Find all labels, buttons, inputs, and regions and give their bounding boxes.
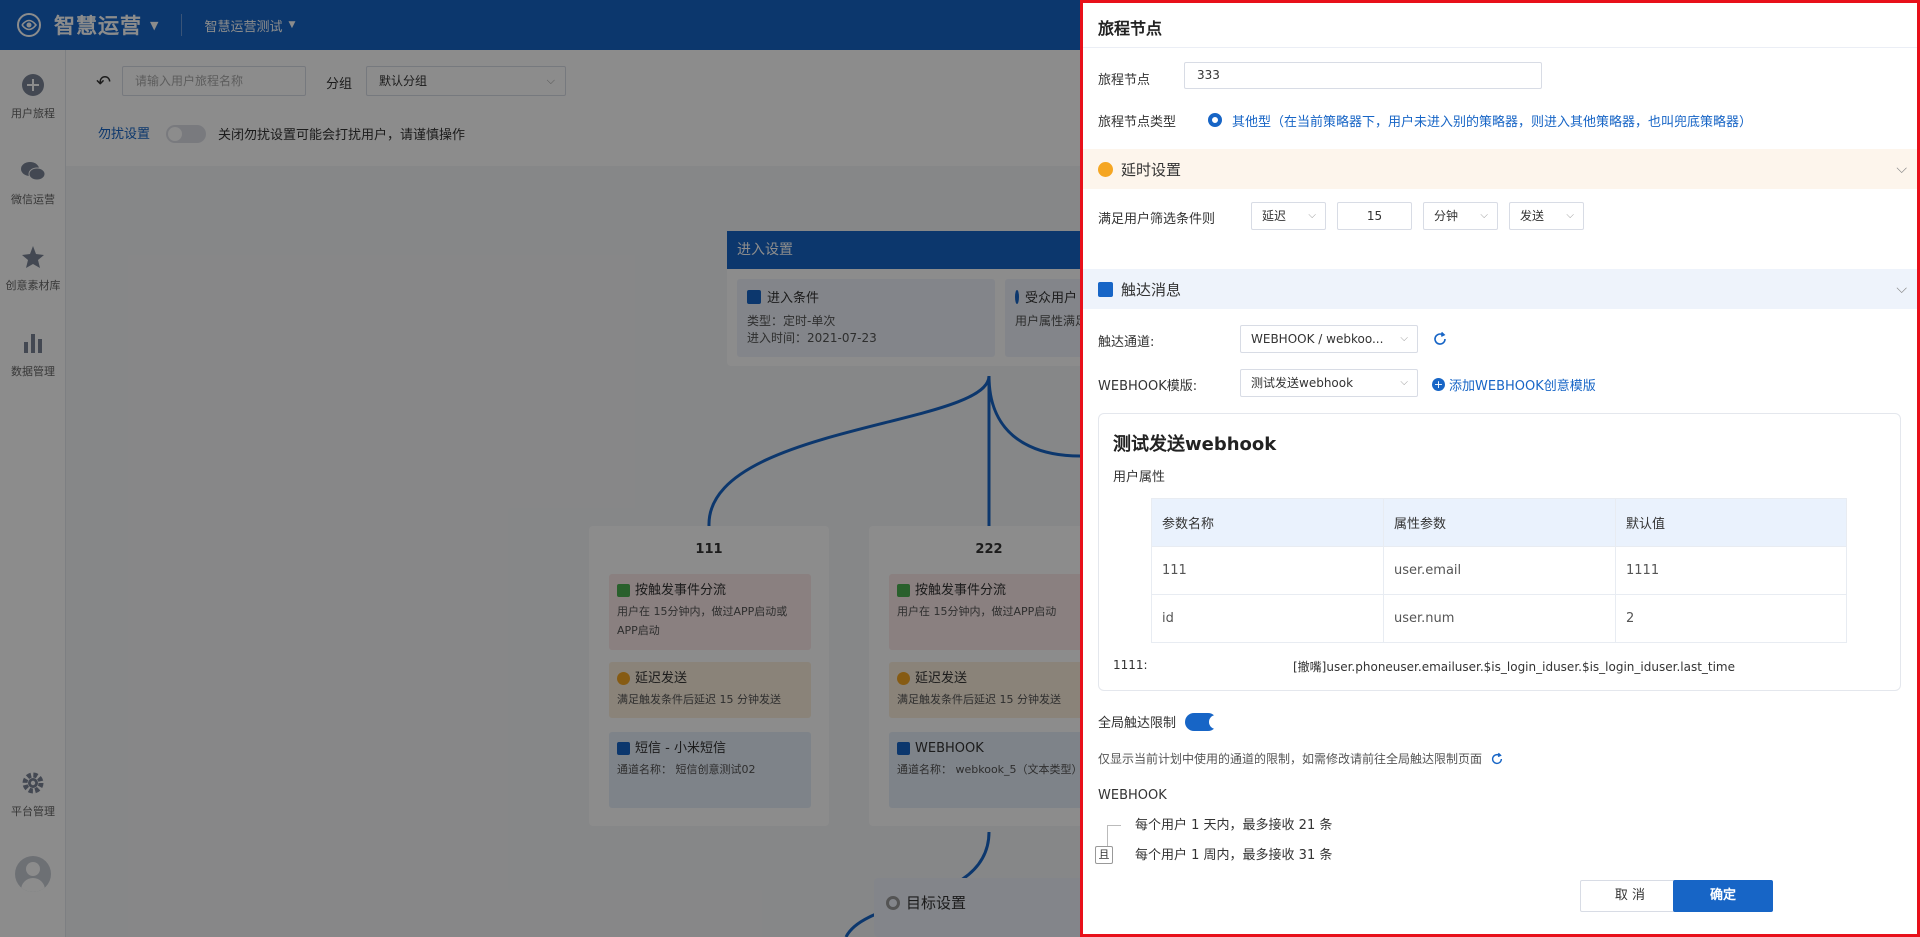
delay-unit-value: 分钟: [1434, 209, 1459, 223]
global-limit-toggle[interactable]: [1185, 713, 1223, 731]
column-header: 默认值: [1615, 498, 1847, 547]
limit-hint: 仅显示当前计划中使用的通道的限制，如需修改请前往全局触达限制页面: [1098, 750, 1504, 767]
template-select[interactable]: 测试发送webhook ⌵: [1240, 369, 1418, 397]
refresh-icon[interactable]: [1490, 752, 1504, 766]
alarm-clock-icon: [1098, 161, 1113, 177]
divider: [1083, 47, 1917, 48]
template-label: WEBHOOK模版:: [1098, 379, 1198, 394]
column-header: 参数名称: [1151, 498, 1384, 547]
node-type-label: 旅程节点类型: [1098, 115, 1177, 130]
chevron-down-icon: ⌵: [1308, 210, 1316, 221]
modal-overlay[interactable]: [0, 0, 1080, 937]
cancel-button[interactable]: 取 消: [1580, 880, 1680, 912]
delay-mode-value: 延迟: [1262, 209, 1287, 223]
chevron-down-icon[interactable]: ⌵: [1896, 281, 1907, 297]
template-params-table: 参数名称 属性参数 默认值 111 user.email 1111 id use…: [1151, 498, 1847, 643]
chevron-down-icon[interactable]: ⌵: [1896, 161, 1907, 177]
delay-amount-input[interactable]: 15: [1337, 202, 1412, 230]
limit-rule: 每个用户 1 天内，最多接收 21 条: [1135, 818, 1333, 833]
limit-rule: 每个用户 1 周内，最多接收 31 条: [1135, 848, 1333, 863]
chevron-down-icon: ⌵: [1480, 210, 1488, 221]
drawer-title: 旅程节点: [1098, 19, 1163, 38]
table-row: id user.num 2: [1151, 594, 1847, 643]
message-section-title: 触达消息: [1121, 280, 1182, 299]
chevron-down-icon: ⌵: [1566, 210, 1574, 221]
confirm-button[interactable]: 确定: [1673, 880, 1773, 912]
message-icon: [1098, 281, 1113, 297]
delay-settings-section[interactable]: 延时设置 ⌵: [1083, 149, 1917, 189]
plus-circle-icon: +: [1432, 378, 1445, 391]
table-cell: user.email: [1383, 546, 1616, 595]
table-row: 111 user.email 1111: [1151, 546, 1847, 595]
channel-select[interactable]: WEBHOOK / webkoo... ⌵: [1240, 325, 1418, 353]
add-template-label: 添加WEBHOOK创意模版: [1449, 379, 1596, 394]
delay-mode-select[interactable]: 延迟 ⌵: [1251, 202, 1326, 230]
delay-unit-select[interactable]: 分钟 ⌵: [1423, 202, 1498, 230]
template-content-value: [撤嘴]user.phoneuser.emailuser.$is_login_i…: [1293, 660, 1736, 674]
message-section[interactable]: 触达消息 ⌵: [1083, 269, 1917, 309]
and-operator[interactable]: 且: [1095, 846, 1113, 864]
table-cell: id: [1151, 594, 1384, 643]
table-cell: 2: [1615, 594, 1847, 643]
delay-section-title: 延时设置: [1121, 160, 1182, 179]
limit-hint-text: 仅显示当前计划中使用的通道的限制，如需修改请前往全局触达限制页面: [1098, 752, 1483, 766]
delay-action-value: 发送: [1520, 209, 1545, 223]
table-cell: 111: [1151, 546, 1384, 595]
delay-action-select[interactable]: 发送 ⌵: [1509, 202, 1584, 230]
chevron-down-icon: ⌵: [1400, 333, 1408, 344]
table-header-row: 参数名称 属性参数 默认值: [1151, 498, 1847, 547]
global-limit-label: 全局触达限制: [1098, 716, 1177, 731]
template-preview: 测试发送webhook 用户属性 参数名称 属性参数 默认值 111 user.…: [1098, 413, 1901, 691]
journey-node-drawer: 旅程节点 旅程节点 333 旅程节点类型 其他型（在当前策略器下，用户未进入别的…: [1080, 0, 1920, 937]
node-name-label: 旅程节点: [1098, 73, 1151, 88]
node-type-value[interactable]: 其他型（在当前策略器下，用户未进入别的策略器，则进入其他策略器，也叫兜底策略器）: [1232, 111, 1752, 130]
template-content-key: 1111:: [1113, 658, 1148, 672]
refresh-icon[interactable]: [1432, 331, 1448, 347]
chevron-down-icon: ⌵: [1400, 377, 1408, 388]
channel-label: 触达通道:: [1098, 335, 1155, 350]
template-subtitle: 用户属性: [1113, 470, 1166, 485]
add-template-link[interactable]: + 添加WEBHOOK创意模版: [1432, 375, 1596, 394]
limit-channel-label: WEBHOOK: [1098, 788, 1167, 803]
template-value: 测试发送webhook: [1251, 376, 1354, 390]
table-cell: user.num: [1383, 594, 1616, 643]
table-cell: 1111: [1615, 546, 1847, 595]
node-name-input[interactable]: 333: [1184, 62, 1542, 89]
delay-condition-label: 满足用户筛选条件则: [1098, 212, 1216, 227]
template-title: 测试发送webhook: [1113, 434, 1277, 455]
node-type-radio[interactable]: [1208, 113, 1222, 127]
channel-value: WEBHOOK / webkoo...: [1251, 332, 1384, 346]
column-header: 属性参数: [1383, 498, 1616, 547]
